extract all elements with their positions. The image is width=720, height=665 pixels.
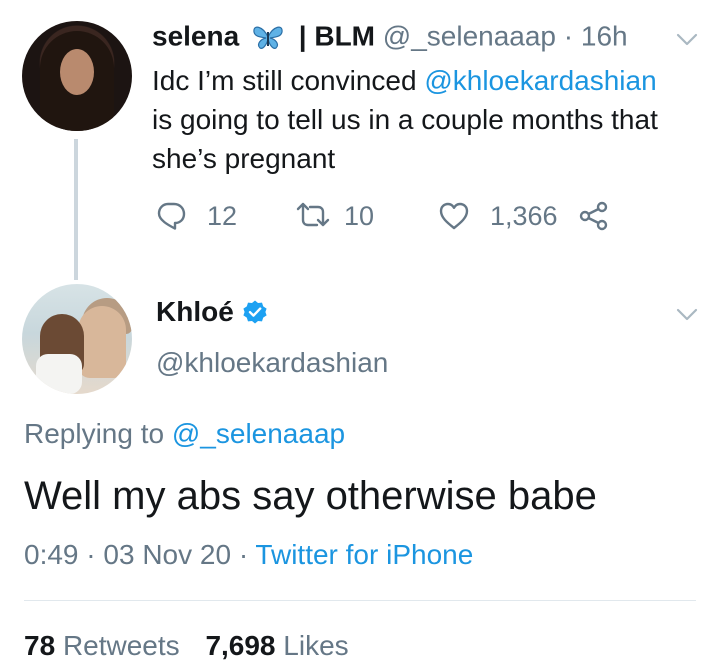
likes-stat-label: Likes	[283, 630, 349, 661]
avatar-adult	[78, 306, 126, 378]
tweet2-time[interactable]: 0:49	[24, 539, 79, 570]
tweet1-separator: ·	[563, 20, 574, 52]
verified-badge-icon	[243, 300, 267, 324]
retweets-stat-count: 78	[24, 630, 56, 661]
tweet1-text: Idc I’m still convinced @khloekardashian…	[152, 61, 712, 178]
tweet2-display-name[interactable]: Khloé	[156, 296, 234, 328]
divider	[24, 600, 696, 601]
butterfly-emoji-icon	[253, 26, 283, 49]
retweet-icon	[296, 202, 330, 227]
tweet1-time[interactable]: 16h	[581, 21, 628, 52]
tweet2-source-link[interactable]: Twitter for iPhone	[255, 539, 473, 570]
chevron-down-icon[interactable]	[676, 308, 698, 322]
replying-to-handle-link[interactable]: @_selenaaap	[172, 418, 345, 449]
avatar-khloe[interactable]	[22, 284, 132, 394]
tweet1-name-suffix: | BLM	[298, 20, 375, 52]
like-count: 1,366	[490, 200, 558, 231]
like-button[interactable]: 1,366	[438, 200, 558, 232]
tweet1-display-name[interactable]: selena	[152, 21, 239, 52]
replying-to-label: Replying to	[24, 418, 172, 449]
tweet1-handle[interactable]: @_selenaaap	[383, 21, 556, 52]
avatar-child-body	[36, 354, 82, 394]
reply-button[interactable]: 12	[155, 200, 237, 232]
tweet1-text-line3: she’s pregnant	[152, 143, 336, 174]
tweet1-mention-link[interactable]: @khloekardashian	[424, 65, 656, 96]
tweet2-metadata: 0:49 · 03 Nov 20 · Twitter for iPhone	[24, 539, 473, 571]
reply-count: 12	[207, 200, 238, 231]
chevron-down-icon[interactable]	[676, 33, 698, 47]
likes-stat[interactable]: 7,698 Likes	[205, 630, 348, 661]
tweet1-action-bar: 12 10 1,366	[0, 197, 720, 237]
tweet1-text-line2: is going to tell us in a couple months t…	[152, 104, 658, 135]
reply-icon	[157, 202, 186, 230]
retweet-count: 10	[344, 200, 375, 231]
tweet2-handle[interactable]: @khloekardashian	[156, 347, 388, 379]
tweet2-date[interactable]: 03 Nov 20	[103, 539, 231, 570]
tweet2-stats: 78 Retweets 7,698 Likes	[24, 630, 349, 662]
share-button[interactable]	[578, 200, 630, 232]
retweets-stat[interactable]: 78 Retweets	[24, 630, 180, 661]
tweet1-text-line1: Idc I’m still convinced @khloekardashian	[152, 61, 712, 100]
share-icon	[579, 201, 608, 231]
retweet-button[interactable]: 10	[296, 200, 374, 232]
replying-to: Replying to @_selenaaap	[24, 418, 345, 450]
meta-separator: ·	[238, 539, 249, 570]
likes-stat-count: 7,698	[205, 630, 276, 661]
tweet1-text-prefix: Idc I’m still convinced	[152, 65, 425, 96]
tweet1-header: selena | BLM @_selenaaap · 16h	[152, 19, 628, 53]
tweet2-header: Khloé	[156, 296, 268, 328]
avatar-face	[60, 49, 94, 95]
meta-separator: ·	[86, 539, 96, 570]
heart-icon	[439, 202, 469, 230]
tweet2-text: Well my abs say otherwise babe	[24, 474, 597, 518]
avatar-selena[interactable]	[22, 21, 132, 131]
retweets-stat-label: Retweets	[62, 630, 180, 661]
